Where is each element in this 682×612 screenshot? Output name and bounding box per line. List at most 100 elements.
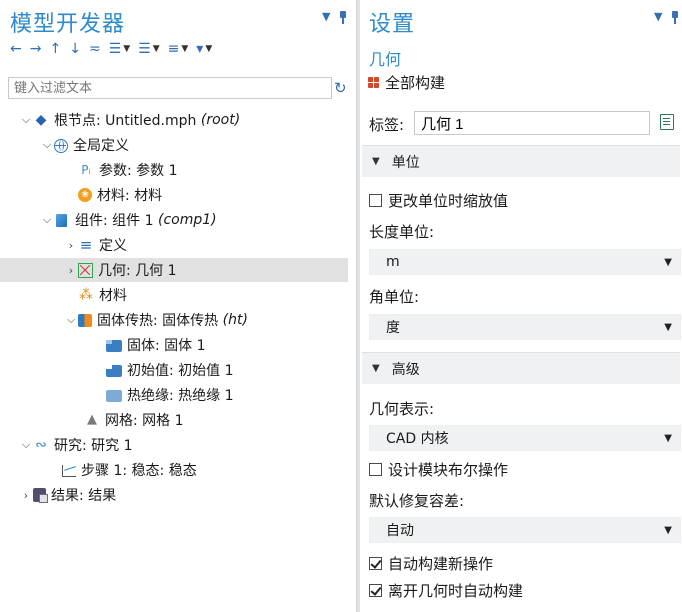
checkbox-label: 自动构建新操作	[388, 555, 494, 573]
settings-subtitle: 几何	[369, 50, 402, 69]
pane-menu-chevron-icon[interactable]: ▼	[322, 10, 330, 23]
checkbox-box[interactable]	[369, 463, 382, 476]
tree-node-heat-transfer[interactable]: ⌵ 固体传热: 固体传热 (ht)	[0, 308, 348, 332]
tree-node-parameters[interactable]: Pᵢ 参数: 参数 1	[0, 158, 348, 182]
tree-node-label: 步骤 1: 稳态: 稳态	[81, 463, 197, 479]
model-builder-pane: 模型开发器 ▼ ← → ↑ ↓ ≂ ☰▼ ☰▼ ≡▼ ▾▼ ↻ ⌵ ◆ 根节点:…	[0, 0, 356, 612]
section-title: 单位	[391, 154, 420, 171]
tree-node-definitions[interactable]: › ≡ 定义	[0, 233, 348, 257]
chevron-right-icon[interactable]: ›	[19, 489, 33, 502]
tree-node-label: 全局定义	[73, 138, 129, 154]
chevron-right-icon[interactable]: ›	[64, 264, 78, 277]
tree-node-component[interactable]: ⌵ 组件: 组件 1 (comp1)	[0, 208, 348, 232]
tree-node-materials[interactable]: ⁂ 材料	[0, 283, 348, 307]
collapse-sections-icon[interactable]: ☰	[138, 40, 151, 58]
move-down-icon[interactable]: ↓	[69, 40, 81, 58]
definitions-icon: ≡	[79, 236, 93, 254]
materials-icon: ⁂	[79, 287, 93, 303]
tree-node-root[interactable]: ⌵ ◆ 根节点: Untitled.mph (root)	[0, 108, 348, 132]
label-field[interactable]	[414, 111, 650, 135]
chevron-down-icon: ▼	[664, 321, 672, 333]
mesh-icon: ▲	[87, 412, 97, 427]
chevron-down-icon: ▼	[664, 524, 672, 536]
tree-node-tag: (comp1)	[157, 212, 217, 228]
settings-pane: 设置 ▼ 几何 全部构建 标签: ▼ 单位 更改单位时缩放值 长度单位: m ▼…	[360, 0, 682, 612]
chevron-down-icon[interactable]: ⌵	[19, 113, 33, 127]
chevron-down-icon[interactable]: ⌵	[19, 438, 33, 452]
sort-list-icon[interactable]: ≡	[168, 40, 180, 58]
tree-node-label: 网格: 网格 1	[105, 413, 184, 429]
angle-unit-select[interactable]: 度 ▼	[369, 314, 681, 340]
tree-node-label: 定义	[99, 238, 127, 254]
filter-funnel-icon[interactable]: ▾	[196, 40, 203, 58]
sort-list-chevron-icon[interactable]: ▼	[181, 40, 188, 58]
tree-node-study[interactable]: ⌵ ∾ 研究: 研究 1	[0, 433, 348, 457]
build-all-button[interactable]: 全部构建	[368, 72, 445, 93]
chevron-down-icon[interactable]: ⌵	[40, 213, 54, 227]
tree-node-materials-global[interactable]: ❀ 材料: 材料	[0, 183, 348, 207]
tree-filter-input[interactable]	[8, 77, 332, 99]
checkbox-box[interactable]	[369, 557, 382, 570]
tree-node-geometry[interactable]: › 几何: 几何 1	[0, 258, 348, 282]
tree-node-global-definitions[interactable]: ⌵ 全局定义	[0, 133, 348, 157]
globe-icon	[54, 138, 68, 153]
pane-menu-chevron-icon[interactable]: ▼	[654, 10, 662, 23]
build-all-icon	[368, 77, 379, 88]
tree-node-label: 研究: 研究 1	[54, 438, 133, 454]
checkbox-label: 更改单位时缩放值	[388, 192, 509, 210]
filter-chevron-icon[interactable]: ▼	[205, 40, 212, 58]
label-caption-text: 标签:	[369, 116, 405, 134]
tree-node-step[interactable]: 步骤 1: 稳态: 稳态	[0, 458, 348, 482]
tree-node-label: 材料	[99, 288, 127, 304]
select-value: m	[386, 254, 400, 270]
tree-node-tag: (root)	[200, 112, 241, 128]
expand-sections-chevron-icon[interactable]: ▼	[123, 40, 130, 58]
advanced-section-header[interactable]: ▼ 高级	[362, 352, 680, 384]
units-section-header[interactable]: ▼ 单位	[362, 145, 680, 177]
tree-node-label: 热绝缘: 热绝缘 1	[127, 388, 234, 404]
scale-values-checkbox[interactable]: 更改单位时缩放值	[369, 190, 508, 211]
pin-icon[interactable]	[340, 11, 346, 24]
tree-node-label: 结果: 结果	[51, 488, 117, 504]
results-icon	[33, 488, 48, 503]
tree-node-solid[interactable]: 固体: 固体 1	[0, 333, 348, 357]
component-icon	[56, 213, 67, 227]
design-module-boolean-checkbox[interactable]: 设计模块布尔操作	[369, 459, 508, 480]
show-more-options-icon[interactable]: ≂	[89, 40, 101, 58]
auto-build-new-checkbox[interactable]: 自动构建新操作	[369, 553, 493, 574]
material-icon: ❀	[78, 188, 92, 202]
auto-build-leave-checkbox[interactable]: 离开几何时自动构建	[369, 580, 523, 601]
tree-node-label: 组件: 组件 1	[75, 213, 154, 229]
checkbox-label: 设计模块布尔操作	[388, 461, 509, 479]
expand-sections-icon[interactable]: ☰	[109, 40, 122, 58]
refresh-icon[interactable]: ↻	[334, 79, 347, 97]
chevron-down-icon[interactable]: ⌵	[64, 313, 78, 327]
tree-node-results[interactable]: › 结果: 结果	[0, 483, 348, 507]
tree-node-mesh[interactable]: ▲ 网格: 网格 1	[0, 408, 348, 432]
checkbox-box[interactable]	[369, 194, 382, 207]
length-unit-select[interactable]: m ▼	[369, 249, 681, 275]
parameters-icon: Pᵢ	[81, 163, 91, 177]
angle-unit-caption: 角单位:	[369, 288, 420, 306]
chevron-right-icon[interactable]: ›	[64, 239, 78, 252]
pin-icon[interactable]	[672, 11, 678, 24]
thermal-insulation-icon	[106, 390, 122, 402]
length-unit-caption: 长度单位:	[369, 223, 435, 241]
forward-arrow-icon[interactable]: →	[30, 40, 42, 58]
tree-node-initial-values[interactable]: 初始值: 初始值 1	[0, 358, 348, 382]
build-all-label: 全部构建	[385, 74, 446, 92]
back-arrow-icon[interactable]: ←	[10, 40, 22, 58]
collapse-triangle-icon: ▼	[372, 363, 380, 374]
tree-node-thermal-insulation[interactable]: 热绝缘: 热绝缘 1	[0, 383, 348, 407]
repair-tolerance-select[interactable]: 自动 ▼	[369, 517, 681, 543]
geometry-representation-select[interactable]: CAD 内核 ▼	[369, 425, 681, 451]
tree-node-label: 参数: 参数 1	[99, 163, 178, 179]
checkbox-box[interactable]	[369, 584, 382, 597]
stationary-step-icon	[62, 465, 76, 477]
select-value: 自动	[386, 523, 414, 539]
collapse-sections-chevron-icon[interactable]: ▼	[153, 40, 160, 58]
chevron-down-icon[interactable]: ⌵	[40, 138, 54, 152]
geometry-icon	[78, 262, 93, 278]
edit-label-icon[interactable]	[660, 114, 674, 130]
move-up-icon[interactable]: ↑	[49, 40, 61, 58]
